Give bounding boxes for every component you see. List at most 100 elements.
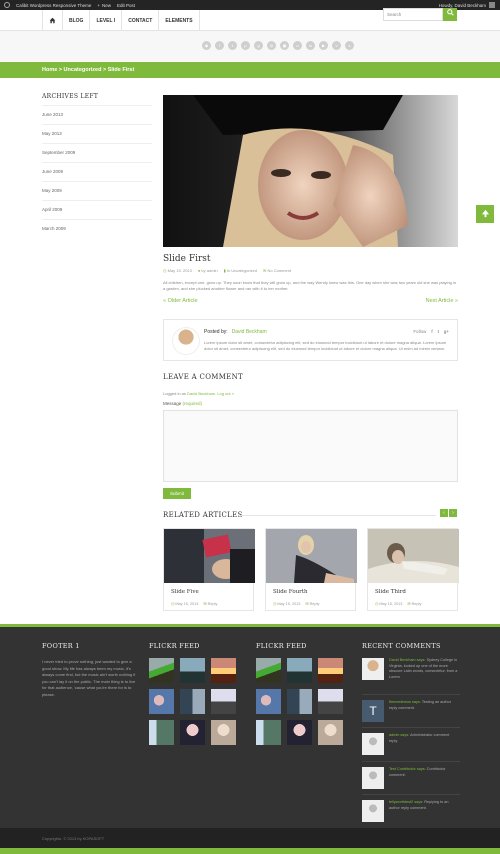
- related-reply[interactable]: ✉ Reply: [305, 601, 319, 606]
- linkedin-icon[interactable]: in: [306, 41, 315, 50]
- next-article-link[interactable]: Next Article »: [400, 298, 458, 304]
- related-title[interactable]: Slide Third: [375, 589, 406, 595]
- archive-link[interactable]: June 2013: [42, 105, 152, 124]
- flickr-thumb[interactable]: [287, 658, 312, 683]
- flickr-thumb[interactable]: [256, 689, 281, 714]
- admin-site-name[interactable]: Calibit Wordpress Responsive Theme: [16, 3, 91, 8]
- comment-author-link[interactable]: David Beckham says:: [389, 658, 426, 662]
- admin-new-item[interactable]: + New: [97, 3, 111, 8]
- comment-author-link[interactable]: Test Contributor says:: [389, 767, 426, 771]
- post-date: ◷ May 15, 2013: [163, 268, 192, 273]
- flickr-grid: [149, 658, 236, 745]
- recent-comment: David Beckham says: Sydney College in Vi…: [362, 658, 460, 682]
- required-marker: (required): [182, 401, 203, 406]
- related-card[interactable]: Slide Third ◷ May 15, 2013 ✉ Reply: [367, 528, 459, 611]
- user-icon: ●: [197, 268, 201, 273]
- flickr-thumb[interactable]: [149, 658, 174, 683]
- related-reply-text: Reply: [207, 602, 218, 606]
- flickr-icon[interactable]: ••: [293, 41, 302, 50]
- message-textarea[interactable]: [163, 410, 458, 482]
- instagram-icon[interactable]: ▣: [280, 41, 289, 50]
- related-reply[interactable]: ✉ Reply: [203, 601, 217, 606]
- comment-author-link[interactable]: admin says:: [389, 733, 409, 737]
- flickr-thumb[interactable]: [318, 720, 343, 745]
- nav-item-blog[interactable]: BLOG: [62, 10, 89, 31]
- submit-button[interactable]: Submit: [163, 488, 191, 499]
- twitter-icon[interactable]: t: [228, 41, 237, 50]
- flickr-thumb[interactable]: [287, 689, 312, 714]
- flickr-thumb[interactable]: [318, 658, 343, 683]
- author-name-link[interactable]: David Beckham: [232, 329, 267, 335]
- post-author-text: by admin: [201, 268, 218, 273]
- flickr-thumb[interactable]: [256, 658, 281, 683]
- clock-icon: ◷: [163, 268, 167, 273]
- post-title: Slide First: [163, 254, 211, 264]
- flickr-thumb[interactable]: [287, 720, 312, 745]
- archive-link[interactable]: May 2009: [42, 181, 152, 200]
- flickr-thumb[interactable]: [180, 658, 205, 683]
- related-card[interactable]: Slide Fourth ◷ May 15, 2013 ✉ Reply: [265, 528, 357, 611]
- nav-item-level[interactable]: LEVEL I: [89, 10, 121, 31]
- flickr-thumb[interactable]: [211, 720, 236, 745]
- breadcrumb-text[interactable]: Home > Uncategorized > Slide First: [42, 67, 134, 73]
- nav-item-elements[interactable]: ELEMENTS: [158, 10, 200, 31]
- archive-link[interactable]: March 2009: [42, 219, 152, 238]
- related-title[interactable]: Slide Fourth: [273, 589, 308, 595]
- flickr-thumb[interactable]: [211, 689, 236, 714]
- rss-icon[interactable]: ◉: [202, 41, 211, 50]
- comment-icon: ✉: [305, 602, 309, 606]
- flickr-feed-title: FLICKR FEED: [149, 642, 200, 650]
- google-plus-icon[interactable]: g+: [444, 329, 449, 334]
- flickr-thumb[interactable]: [256, 720, 281, 745]
- flickr-thumb[interactable]: [318, 689, 343, 714]
- nav-item-contact[interactable]: CONTACT: [121, 10, 158, 31]
- archive-link[interactable]: September 2009: [42, 143, 152, 162]
- search-input[interactable]: Search: [383, 8, 443, 21]
- related-title[interactable]: Slide Five: [171, 589, 199, 595]
- flickr-thumb[interactable]: [149, 720, 174, 745]
- flickr-grid: [256, 658, 343, 745]
- twitter-icon[interactable]: t: [438, 329, 439, 334]
- recent-comment: admin says: Administrator comment reply.: [362, 733, 460, 757]
- archive-link[interactable]: April 2009: [42, 200, 152, 219]
- home-icon[interactable]: [42, 10, 62, 31]
- back-to-top-button[interactable]: [476, 205, 494, 223]
- related-reply-text: Reply: [309, 602, 320, 606]
- flickr-thumb[interactable]: [180, 720, 205, 745]
- youtube-icon[interactable]: ▶: [319, 41, 328, 50]
- related-card[interactable]: Slide Five ◷ May 15, 2013 ✉ Reply: [163, 528, 255, 611]
- comment-icon: ✉: [203, 602, 207, 606]
- admin-edit-post[interactable]: Edit Post: [117, 3, 135, 8]
- comment-author-link[interactable]: themedemos says:: [389, 700, 421, 704]
- search-button[interactable]: [443, 8, 457, 21]
- flickr-thumb[interactable]: [149, 689, 174, 714]
- chevron-right-icon[interactable]: ›: [449, 509, 457, 517]
- post-author[interactable]: ● by admin: [198, 268, 218, 273]
- dribbble-icon[interactable]: ◎: [267, 41, 276, 50]
- facebook-icon[interactable]: f: [431, 329, 432, 334]
- wordpress-logo-icon[interactable]: [4, 2, 10, 8]
- google-plus-icon[interactable]: g: [254, 41, 263, 50]
- recent-comments-title: RECENT COMMENTS: [362, 642, 441, 650]
- related-reply[interactable]: ✉ Reply: [407, 601, 421, 606]
- archive-link[interactable]: June 2009: [42, 162, 152, 181]
- skype-icon[interactable]: s: [345, 41, 354, 50]
- post-date-text: May 15, 2013: [167, 268, 192, 273]
- clock-icon: ◷: [273, 602, 277, 606]
- flickr-thumb[interactable]: [180, 689, 205, 714]
- comment-divider: [362, 761, 460, 762]
- chevron-left-icon[interactable]: ‹: [440, 509, 448, 517]
- facebook-icon[interactable]: f: [215, 41, 224, 50]
- logged-user-link[interactable]: David Beckham. Log out »: [187, 391, 234, 396]
- vimeo-icon[interactable]: v: [332, 41, 341, 50]
- post-category[interactable]: ▮ in Uncategorized: [224, 268, 257, 273]
- flickr-thumb[interactable]: [211, 658, 236, 683]
- archive-link[interactable]: May 2013: [42, 124, 152, 143]
- comment-author-link[interactable]: tellyworthtest2 says:: [389, 800, 423, 804]
- message-label: Message (required): [163, 401, 202, 406]
- comment-avatar: [362, 733, 384, 755]
- related-date: ◷ May 15, 2013: [273, 601, 300, 606]
- pinterest-icon[interactable]: p: [241, 41, 250, 50]
- post-comments[interactable]: ✉ No Comment: [263, 268, 291, 273]
- older-article-link[interactable]: « Older Article: [163, 298, 198, 304]
